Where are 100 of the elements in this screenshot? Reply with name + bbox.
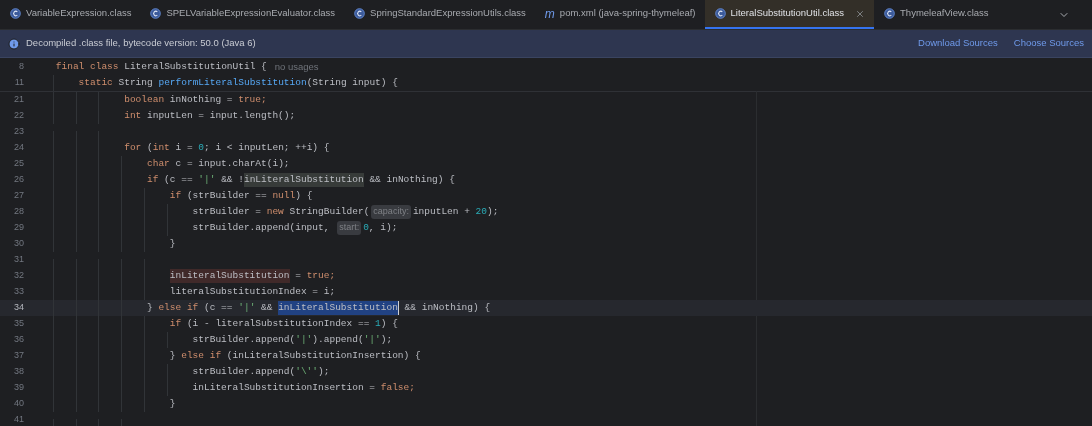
banner-message: Decompiled .class file, bytecode version: 50.0 (Java 6)	[26, 36, 256, 51]
banner-link[interactable]: Download Sources	[918, 36, 998, 51]
code-text: literalSubstitutionIndex = i;	[169, 284, 336, 299]
banner-link[interactable]: Choose Sources	[1013, 36, 1084, 51]
code-text: strBuilder.append(	[192, 364, 296, 379]
class-icon	[150, 8, 162, 19]
code-text: && !	[220, 172, 244, 187]
code-text: }	[147, 300, 154, 315]
code-text: (c ==	[164, 172, 194, 187]
code-text: inNothing =	[169, 92, 234, 107]
line-number: 36	[13, 333, 25, 347]
line-number: 30	[13, 237, 25, 251]
code-string: '|'	[198, 172, 216, 187]
code-text: String	[118, 75, 154, 90]
line-number: 29	[13, 221, 25, 235]
line-number: 38	[13, 365, 25, 379]
code-text: ) {	[380, 316, 398, 331]
code-keyword: if	[169, 188, 183, 203]
code-text: (i - literalSubstitutionIndex ==	[186, 316, 371, 331]
code-keyword: false;	[380, 380, 415, 395]
editor-tab[interactable]: SpringStandardExpressionUtils.class	[344, 0, 535, 29]
maven-icon: m	[544, 7, 555, 20]
code-string: '\''	[295, 364, 319, 379]
line-number: 31	[13, 253, 25, 267]
code-number: 0	[363, 220, 369, 235]
code-text: }	[169, 236, 176, 251]
code-text: strBuilder =	[192, 204, 262, 219]
code-text: =	[294, 268, 302, 283]
code-text: ) {	[295, 188, 313, 203]
code-text: strBuilder.append(	[192, 332, 296, 347]
editor-tab[interactable]: ThymeleafView.class	[874, 0, 998, 29]
code-text: ; i < inputLen; ++i) {	[204, 140, 330, 155]
line-number: 33	[13, 285, 25, 299]
code-text: inLiteralSubstitutionInsertion =	[192, 380, 377, 395]
line-number: 41	[13, 413, 25, 426]
code-number: 20	[475, 204, 487, 219]
code-text: (String input) {	[306, 75, 398, 90]
line-number: 21	[13, 93, 25, 107]
code-string: '|'	[295, 332, 313, 347]
code-keyword: if	[147, 172, 160, 187]
line-number: 26	[13, 173, 25, 187]
editor-tab[interactable]: SPELVariableExpressionEvaluator.class	[140, 0, 345, 29]
class-icon	[884, 8, 896, 19]
parameter-hint: capacity:	[371, 205, 411, 219]
code-keyword: static	[78, 75, 114, 90]
code-method-name: performLiteralSubstitution	[158, 75, 307, 90]
code-text: LiteralSubstitutionUtil {	[124, 59, 267, 74]
line-number: 22	[13, 109, 25, 123]
line-number: 37	[13, 349, 25, 363]
code-text: (c ==	[204, 300, 234, 315]
usages-hint: no usages	[274, 59, 319, 74]
code-keyword: new	[266, 204, 285, 219]
line-number: 27	[13, 189, 25, 203]
code-text: strBuilder.append(input,	[192, 220, 331, 235]
code-text: }	[169, 396, 176, 411]
code-text: (	[147, 140, 153, 155]
code-text: );	[487, 204, 499, 219]
code-write-highlight: inLiteralSubstitution	[169, 268, 290, 284]
line-number: 32	[13, 269, 25, 283]
close-icon[interactable]	[855, 8, 866, 19]
code-selection: inLiteralSubstitution	[278, 300, 399, 316]
code-text: inputLen +	[412, 204, 471, 219]
code-text: && inNothing) {	[368, 172, 455, 187]
code-keyword: boolean	[124, 92, 166, 107]
editor-tab[interactable]: m pom.xml (java-spring-thymeleaf)	[534, 0, 705, 29]
line-number: 24	[13, 141, 25, 155]
code-text: ).append(	[312, 332, 364, 347]
line-number: 8	[18, 60, 25, 74]
code-keyword: true;	[306, 268, 336, 283]
code-keyword: else if	[158, 300, 200, 315]
info-icon	[8, 37, 20, 50]
editor-tab[interactable]: VariableExpression.class	[0, 0, 141, 29]
code-text: );	[380, 332, 393, 347]
code-keyword: else if	[181, 348, 223, 363]
code-keyword: null	[272, 188, 296, 203]
code-text: , i);	[368, 220, 398, 235]
line-number: 39	[13, 381, 25, 395]
line-number: 40	[13, 397, 25, 411]
code-text: inputLen = input.length();	[147, 108, 296, 123]
line-number: 28	[13, 205, 25, 219]
code-keyword: int	[152, 140, 171, 155]
class-icon	[10, 8, 21, 19]
line-number: 11	[13, 76, 25, 90]
code-text: i =	[175, 140, 194, 155]
code-text: (strBuilder ==	[186, 188, 268, 203]
line-number: 35	[13, 317, 25, 331]
code-text: && inNothing) {	[403, 300, 491, 315]
code-number: 0	[198, 140, 205, 155]
code-text: c = input.charAt(i);	[175, 156, 290, 171]
class-icon	[714, 8, 726, 19]
code-keyword: if	[169, 316, 183, 331]
code-number: 1	[375, 316, 381, 331]
code-text: }	[169, 348, 177, 363]
code-read-highlight: inLiteralSubstitution	[243, 172, 364, 188]
editor-tab[interactable]: LiteralSubstitutionUtil.class	[704, 0, 875, 29]
code-text: &&	[260, 300, 274, 315]
line-number: 23	[13, 125, 25, 139]
code-string: '|'	[238, 300, 256, 315]
class-icon	[354, 8, 366, 19]
code-text: (inLiteralSubstitutionInsertion) {	[226, 348, 421, 363]
